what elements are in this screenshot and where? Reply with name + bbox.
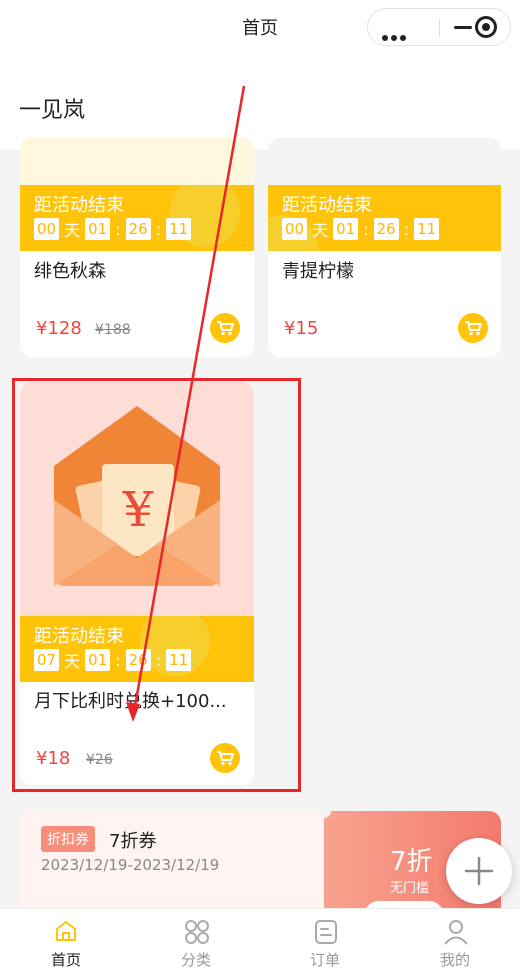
- tab-label: 首页: [50, 951, 81, 969]
- user-icon: [444, 920, 468, 945]
- product-name: 绯色秋森: [34, 261, 106, 282]
- coupon-threshold: 无门槛: [390, 881, 430, 896]
- product-card[interactable]: 距活动结束 00 天 01 : 26 : 11 绯色秋森 ¥128 ¥188: [20, 138, 254, 357]
- minimize-icon[interactable]: [454, 26, 472, 29]
- shop-name: 一见岚: [19, 98, 86, 123]
- tab-profile[interactable]: 我的: [405, 909, 505, 975]
- tab-category[interactable]: 分类: [146, 909, 246, 975]
- countdown: 00 天 01 : 26 : 11: [282, 217, 440, 241]
- plus-icon: [464, 856, 494, 886]
- countdown-day-unit: 天: [64, 221, 81, 240]
- product-card[interactable]: 距活动结束 00 天 01 : 26 : 11 青提柠檬 ¥15: [268, 138, 501, 357]
- coupon-discount: 7折: [390, 847, 433, 877]
- capsule-divider: [439, 19, 440, 37]
- countdown-days: 00: [34, 218, 60, 240]
- countdown-seconds: 11: [414, 218, 440, 240]
- cart-icon: [465, 321, 482, 336]
- countdown-minutes: 26: [373, 218, 399, 240]
- order-icon: [315, 920, 337, 944]
- product-image: [20, 138, 254, 185]
- product-name: 青提柠檬: [282, 261, 354, 282]
- countdown-hours: 01: [85, 218, 111, 240]
- add-to-cart-button[interactable]: [210, 313, 240, 343]
- highlight-box: [12, 378, 301, 792]
- countdown-day-unit: 天: [312, 221, 329, 240]
- tab-label: 订单: [309, 951, 340, 969]
- countdown-seconds: 11: [166, 218, 192, 240]
- product-price: ¥15: [284, 318, 319, 339]
- countdown: 00 天 01 : 26 : 11: [34, 217, 192, 241]
- home-icon: [56, 921, 76, 941]
- add-button[interactable]: [446, 838, 512, 904]
- category-icon: [185, 920, 209, 944]
- coupon-card[interactable]: 折扣券 7折券 2023/12/19-2023/12/19 7折 无门槛: [20, 811, 501, 921]
- countdown-banner: 距活动结束 00 天 01 : 26 : 11: [20, 185, 254, 251]
- top-bar: 首页 一见岚: [0, 0, 520, 150]
- tab-orders[interactable]: 订单: [275, 909, 375, 975]
- cart-icon: [217, 321, 234, 336]
- product-price: ¥128: [36, 318, 82, 339]
- countdown-days: 00: [282, 218, 308, 240]
- tab-label: 我的: [439, 951, 470, 969]
- countdown-hours: 01: [333, 218, 359, 240]
- countdown-minutes: 26: [125, 218, 151, 240]
- coupon-tag: 折扣券: [41, 826, 95, 852]
- mini-program-capsule: [367, 8, 511, 46]
- coupon-name: 7折券: [109, 831, 157, 852]
- close-target-icon[interactable]: [475, 16, 497, 38]
- countdown-title: 距活动结束: [34, 195, 124, 216]
- add-to-cart-button[interactable]: [458, 313, 488, 343]
- product-image: [268, 138, 501, 185]
- tab-label: 分类: [180, 951, 211, 969]
- countdown-banner: 距活动结束 00 天 01 : 26 : 11: [268, 185, 501, 251]
- original-price: ¥188: [95, 322, 131, 338]
- coupon-date: 2023/12/19-2023/12/19: [41, 856, 220, 874]
- countdown-title: 距活动结束: [282, 195, 372, 216]
- tab-home[interactable]: 首页: [16, 909, 116, 975]
- more-icon[interactable]: [382, 26, 409, 45]
- tab-bar: 首页 分类 订单 我的: [0, 908, 520, 975]
